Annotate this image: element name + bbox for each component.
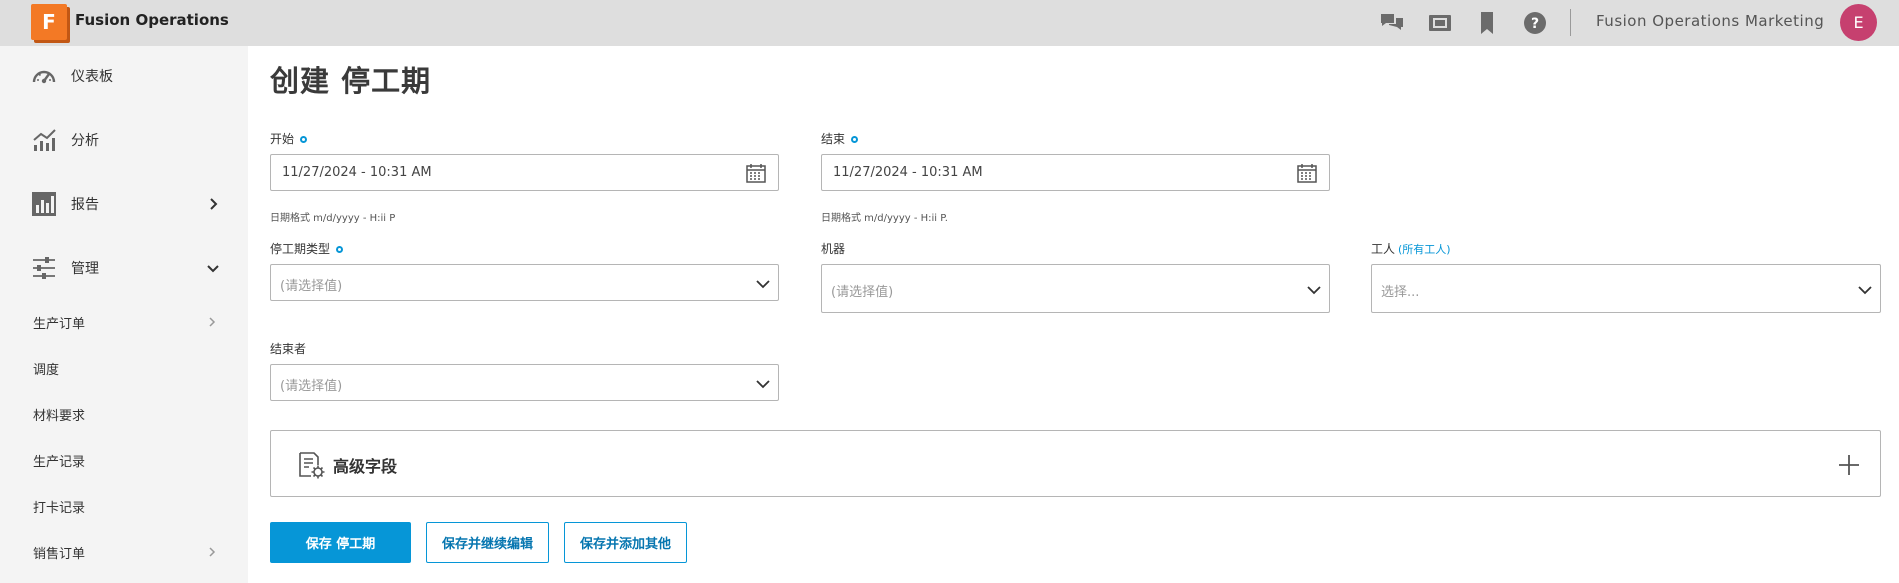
chevron-down-icon xyxy=(1307,286,1321,295)
sidebar-item-label: 报告 xyxy=(71,197,99,213)
sidebar-subitem-scheduling[interactable]: 调度 xyxy=(0,353,248,383)
ended-by-label-text: 结束者 xyxy=(270,342,307,356)
required-indicator xyxy=(300,136,308,143)
org-name[interactable]: Fusion Operations Marketing xyxy=(1596,12,1824,30)
sidebar-subitem-label: 生产记录 xyxy=(33,454,86,470)
advanced-fields-title: 高级字段 xyxy=(333,457,398,476)
sidebar-item-manage[interactable]: 管理 xyxy=(0,248,248,288)
downtime-type-label: 停工期类型 xyxy=(270,240,344,257)
chat-icon[interactable] xyxy=(1379,10,1405,36)
required-indicator xyxy=(851,136,859,143)
calendar-icon[interactable] xyxy=(1296,162,1318,184)
app-title: Fusion Operations xyxy=(75,11,229,29)
reports-icon xyxy=(32,192,56,216)
chevron-right-icon xyxy=(209,317,216,327)
sidebar-subitem-sales-orders[interactable]: 销售订单 xyxy=(0,537,248,567)
bookmark-icon[interactable] xyxy=(1474,10,1500,36)
fusion-logo[interactable]: F xyxy=(31,4,67,40)
end-label: 结束 xyxy=(821,130,859,147)
document-settings-icon xyxy=(299,452,325,479)
end-format-hint: 日期格式 m/d/yyyy - H:ii P. xyxy=(821,213,948,224)
start-label-text: 开始 xyxy=(270,132,295,146)
chevron-down-icon xyxy=(756,280,770,289)
required-indicator xyxy=(336,246,344,253)
sidebar-subitem-production-records[interactable]: 生产记录 xyxy=(0,445,248,475)
settings-sliders-icon xyxy=(33,257,55,279)
chevron-right-icon xyxy=(210,198,218,210)
sidebar-subitem-label: 打卡记录 xyxy=(33,500,86,516)
machine-placeholder: (请选择值) xyxy=(831,285,894,300)
ended-by-label: 结束者 xyxy=(270,340,306,357)
plus-icon[interactable] xyxy=(1837,453,1861,477)
end-datetime-input[interactable]: 11/27/2024 - 10:31 AM xyxy=(821,154,1330,191)
sidebar-item-analytics[interactable]: 分析 xyxy=(0,120,248,160)
header-divider xyxy=(1570,9,1571,36)
all-workers-link[interactable]: (所有工人) xyxy=(1398,243,1451,256)
start-format-hint: 日期格式 m/d/yyyy - H:ii P xyxy=(270,213,396,224)
help-icon[interactable]: ? xyxy=(1522,10,1548,36)
sidebar-subitem-material-requirements[interactable]: 材料要求 xyxy=(0,399,248,429)
save-button[interactable]: 保存 停工期 xyxy=(270,522,411,563)
avatar[interactable]: E xyxy=(1840,4,1877,41)
sidebar: 仪表板 分析 报告 管理 生产订单 调度 材料要求 生产记录 打卡记录 销售订单 xyxy=(0,46,248,583)
start-datetime-value: 11/27/2024 - 10:31 AM xyxy=(282,165,432,180)
top-bar: F Fusion Operations ? Fusion Operations … xyxy=(0,0,1899,46)
dashboard-icon xyxy=(32,70,56,84)
sidebar-item-reports[interactable]: 报告 xyxy=(0,184,248,224)
sidebar-item-label: 管理 xyxy=(71,261,99,277)
end-datetime-value: 11/27/2024 - 10:31 AM xyxy=(833,165,983,180)
downtime-type-label-text: 停工期类型 xyxy=(270,242,331,256)
end-label-text: 结束 xyxy=(821,132,846,146)
calendar-icon[interactable] xyxy=(745,162,767,184)
machine-label-text: 机器 xyxy=(821,242,846,256)
worker-label-text: 工人 xyxy=(1371,242,1396,256)
sidebar-subitem-production-orders[interactable]: 生产订单 xyxy=(0,307,248,337)
media-icon[interactable] xyxy=(1427,10,1453,36)
chevron-down-icon xyxy=(756,380,770,389)
save-and-continue-button[interactable]: 保存并继续编辑 xyxy=(426,522,549,563)
sidebar-subitem-clock-records[interactable]: 打卡记录 xyxy=(0,491,248,521)
sidebar-subitem-label: 材料要求 xyxy=(33,408,86,424)
machine-label: 机器 xyxy=(821,240,845,257)
sidebar-item-label: 仪表板 xyxy=(71,69,113,85)
worker-placeholder: 选择... xyxy=(1381,285,1420,300)
worker-select[interactable]: 选择... xyxy=(1371,264,1881,313)
save-and-add-another-button[interactable]: 保存并添加其他 xyxy=(564,522,687,563)
ended-by-select[interactable]: (请选择值) xyxy=(270,364,779,401)
start-label: 开始 xyxy=(270,130,308,147)
downtime-type-select[interactable]: (请选择值) xyxy=(270,264,779,301)
advanced-fields-panel[interactable]: 高级字段 xyxy=(270,430,1881,497)
sidebar-subitem-label: 生产订单 xyxy=(33,316,86,332)
sidebar-subitem-label: 销售订单 xyxy=(33,546,86,562)
chevron-right-icon xyxy=(209,547,216,557)
machine-select[interactable]: (请选择值) xyxy=(821,264,1330,313)
ended-by-placeholder: (请选择值) xyxy=(280,379,343,394)
start-datetime-input[interactable]: 11/27/2024 - 10:31 AM xyxy=(270,154,779,191)
page-title: 创建 停工期 xyxy=(270,64,432,98)
downtime-type-placeholder: (请选择值) xyxy=(280,279,343,294)
worker-label: 工人 (所有工人) xyxy=(1371,240,1451,257)
svg-text:?: ? xyxy=(1531,16,1539,32)
chevron-down-icon xyxy=(1858,286,1872,295)
sidebar-item-dashboard[interactable]: 仪表板 xyxy=(0,56,248,96)
chevron-down-icon xyxy=(207,265,219,273)
analytics-icon xyxy=(33,129,56,151)
sidebar-subitem-label: 调度 xyxy=(33,362,60,378)
sidebar-item-label: 分析 xyxy=(71,133,99,149)
